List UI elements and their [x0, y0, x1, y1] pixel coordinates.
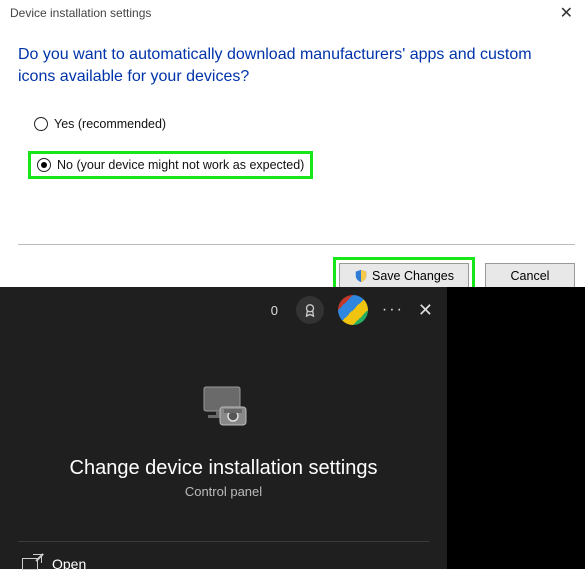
avatar[interactable] — [338, 295, 368, 325]
titlebar: Device installation settings ✕ — [0, 0, 585, 26]
search-topbar: 0 ··· ✕ — [0, 287, 447, 331]
shield-icon — [354, 269, 368, 283]
dialog-title: Device installation settings — [10, 6, 554, 20]
radio-no-indicator — [37, 158, 51, 172]
dialog-question: Do you want to automatically download ma… — [0, 26, 585, 95]
device-settings-icon — [194, 379, 254, 439]
search-result-title: Change device installation settings — [0, 457, 447, 480]
more-icon[interactable]: ··· — [382, 301, 404, 319]
radio-yes[interactable]: Yes (recommended) — [28, 113, 172, 135]
points-count: 0 — [271, 303, 278, 318]
cancel-button-label: Cancel — [511, 269, 550, 283]
radio-yes-indicator — [34, 117, 48, 131]
open-icon — [22, 558, 38, 570]
open-label: Open — [52, 556, 86, 572]
open-action[interactable]: Open — [0, 542, 447, 586]
save-button[interactable]: Save Changes — [339, 263, 469, 289]
close-search-icon[interactable]: ✕ — [418, 300, 433, 321]
save-button-label: Save Changes — [372, 269, 454, 283]
medal-icon[interactable] — [296, 296, 324, 324]
radio-yes-label: Yes (recommended) — [54, 117, 166, 131]
cancel-button[interactable]: Cancel — [485, 263, 575, 289]
radio-group: Yes (recommended) No (your device might … — [0, 95, 585, 179]
search-panel: 0 ··· ✕ Change device installation setti… — [0, 287, 585, 569]
search-card: 0 ··· ✕ Change device installation setti… — [0, 287, 447, 569]
radio-no[interactable]: No (your device might not work as expect… — [28, 151, 313, 179]
device-installation-dialog: Device installation settings ✕ Do you wa… — [0, 0, 585, 195]
close-icon[interactable]: ✕ — [554, 3, 579, 23]
search-result[interactable]: Change device installation settings Cont… — [0, 331, 447, 499]
radio-no-label: No (your device might not work as expect… — [57, 158, 304, 172]
search-result-subtitle: Control panel — [0, 484, 447, 499]
